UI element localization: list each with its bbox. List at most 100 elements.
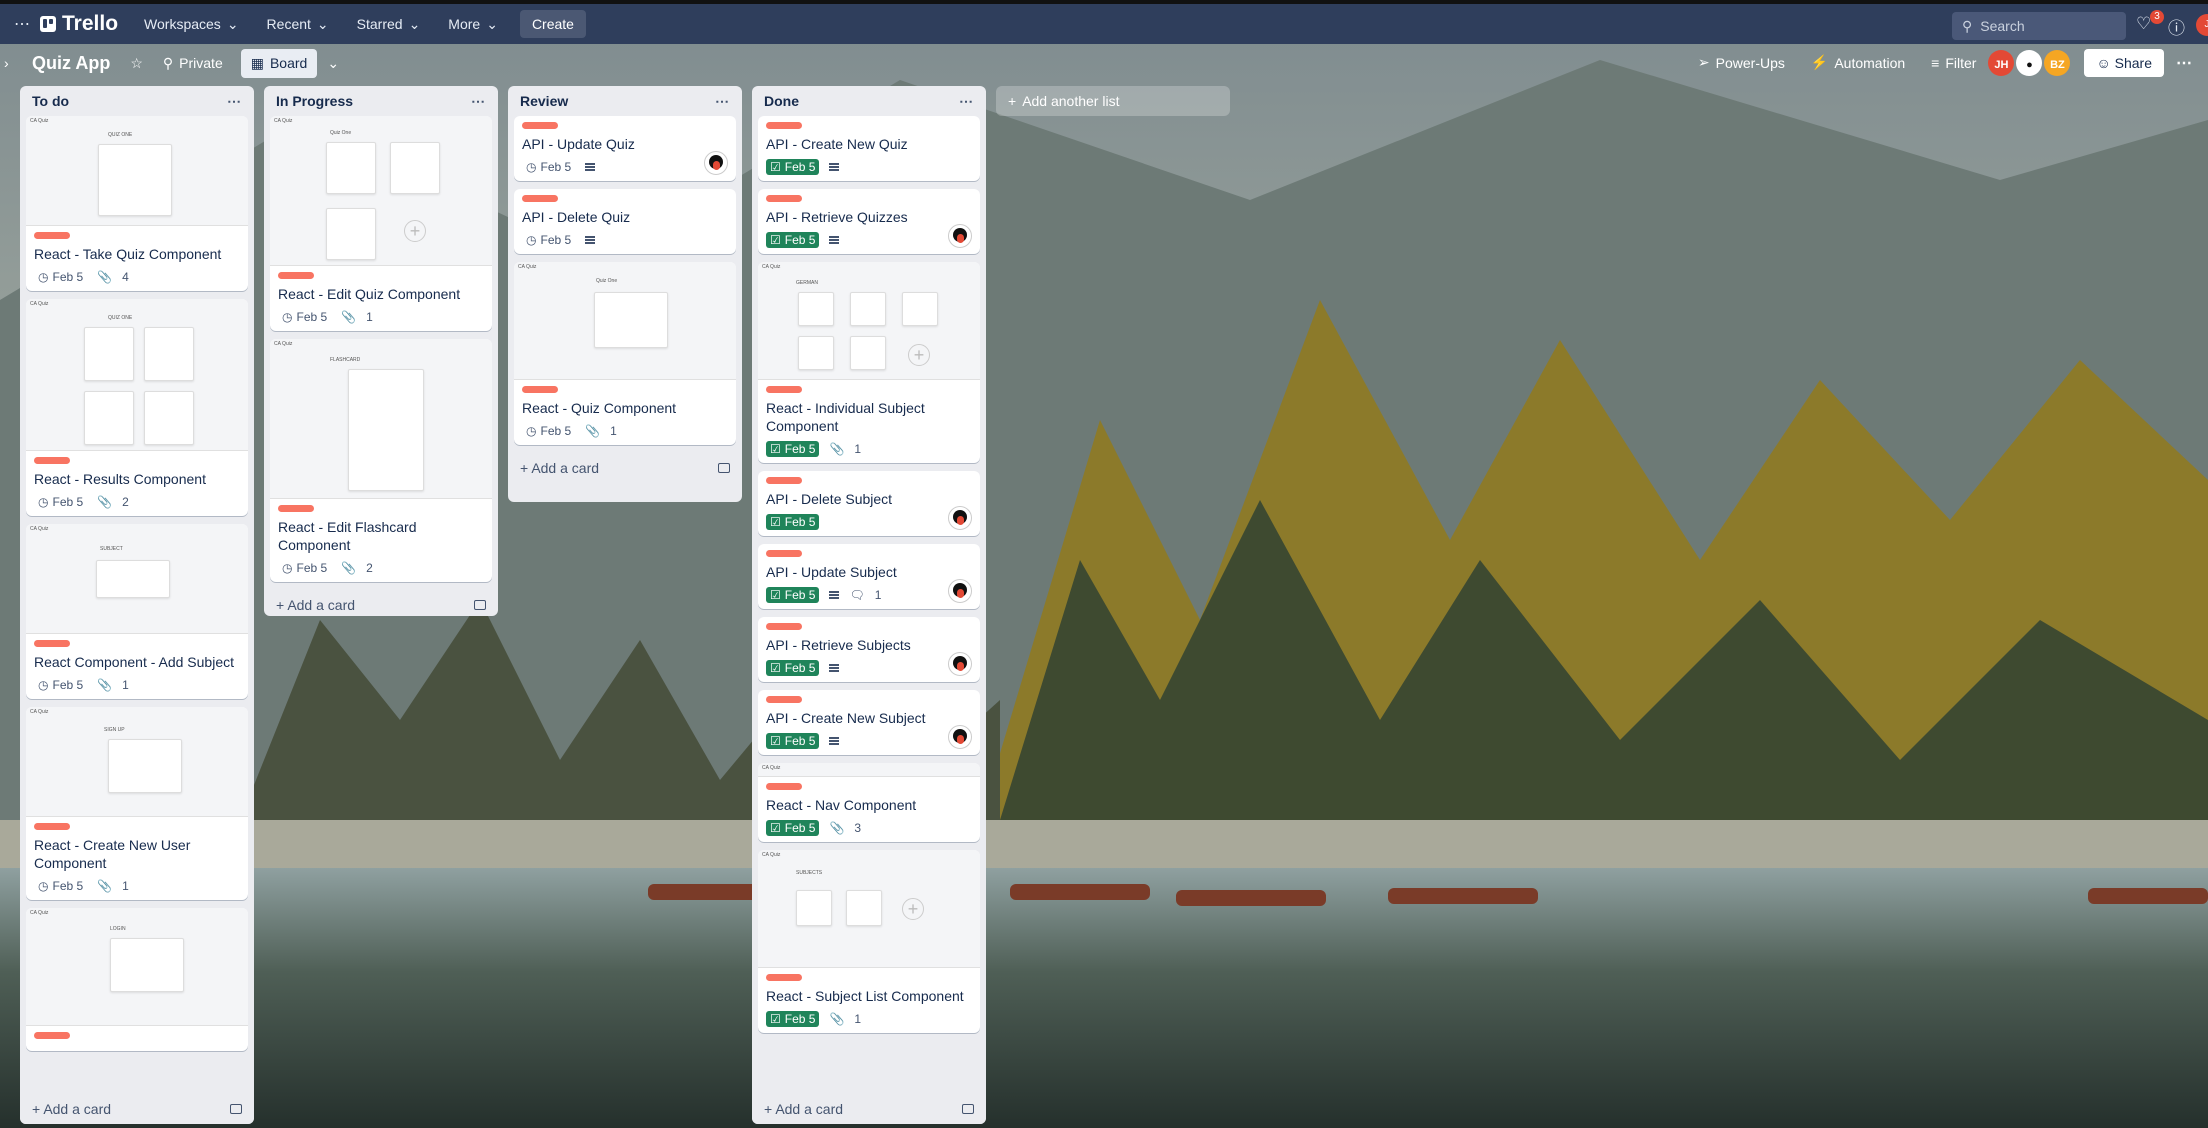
- list-title[interactable]: Review: [520, 93, 568, 109]
- card[interactable]: CA Quiz GERMAN + React - Individual Subj…: [758, 262, 980, 463]
- due-date-badge[interactable]: ◷ Feb 5: [34, 878, 87, 894]
- share-button[interactable]: ☺ Share: [2084, 48, 2164, 77]
- due-date-badge[interactable]: ☑ Feb 5: [766, 820, 820, 836]
- filter-button[interactable]: ≡ Filter: [1921, 49, 1986, 77]
- red-label[interactable]: [522, 195, 558, 202]
- due-date-badge[interactable]: ◷ Feb 5: [522, 159, 575, 175]
- card[interactable]: API - Retrieve Quizzes ☑ Feb 5: [758, 189, 980, 254]
- add-card-button[interactable]: + Add a card: [20, 1094, 254, 1124]
- due-date-badge[interactable]: ☑ Feb 5: [766, 733, 820, 749]
- due-date-badge[interactable]: ◷ Feb 5: [522, 423, 575, 439]
- due-date-badge[interactable]: ◷ Feb 5: [34, 269, 87, 285]
- views-dropdown-button[interactable]: ⌄: [317, 49, 349, 78]
- red-label[interactable]: [766, 783, 802, 790]
- add-card-button[interactable]: + Add a card: [264, 590, 498, 616]
- add-list-button[interactable]: + Add another list: [996, 86, 1230, 116]
- red-label[interactable]: [766, 477, 802, 484]
- red-label[interactable]: [34, 1032, 70, 1039]
- card-template-icon[interactable]: [230, 1104, 242, 1114]
- card[interactable]: CA Quiz QUIZ ONE React - Take Quiz Compo…: [26, 116, 248, 291]
- starred-menu[interactable]: Starred ⌄: [343, 16, 435, 33]
- more-menu[interactable]: More ⌄: [434, 16, 512, 33]
- red-label[interactable]: [766, 386, 802, 393]
- red-label[interactable]: [34, 640, 70, 647]
- board-title[interactable]: Quiz App: [0, 53, 120, 74]
- star-board-button[interactable]: ☆: [120, 49, 153, 78]
- card[interactable]: API - Update Subject ☑ Feb 5 🗨 1: [758, 544, 980, 609]
- notifications-bell-icon[interactable]: ♡: [2136, 14, 2151, 34]
- workspaces-menu[interactable]: Workspaces ⌄: [130, 16, 253, 33]
- red-label[interactable]: [34, 232, 70, 239]
- card-template-icon[interactable]: [474, 600, 486, 610]
- card[interactable]: API - Create New Subject ☑ Feb 5: [758, 690, 980, 755]
- search-input[interactable]: ⚲ Search: [1952, 12, 2126, 40]
- automation-button[interactable]: ⚡ Automation: [1801, 48, 1915, 77]
- due-date-badge[interactable]: ☑ Feb 5: [766, 587, 820, 603]
- due-date-badge[interactable]: ◷ Feb 5: [34, 494, 87, 510]
- card[interactable]: API - Update Quiz ◷ Feb 5: [514, 116, 736, 181]
- card[interactable]: CA Quiz React - Nav Component ☑ Feb 5 📎 3: [758, 763, 980, 842]
- card-template-icon[interactable]: [962, 1104, 974, 1114]
- card[interactable]: API - Delete Subject ☑ Feb 5: [758, 471, 980, 536]
- card[interactable]: CA Quiz SUBJECTS + React - Subject List …: [758, 850, 980, 1033]
- list-menu-icon[interactable]: ⋯: [471, 93, 486, 110]
- card[interactable]: CA Quiz LOGIN: [26, 908, 248, 1051]
- card[interactable]: CA Quiz FLASHCARD React - Edit Flashcard…: [270, 339, 492, 582]
- card[interactable]: CA Quiz SIGN UP React - Create New User …: [26, 707, 248, 900]
- due-date-badge[interactable]: ☑ Feb 5: [766, 232, 820, 248]
- list-menu-icon[interactable]: ⋯: [715, 93, 730, 110]
- card-member-avatar[interactable]: [948, 579, 972, 603]
- red-label[interactable]: [766, 195, 802, 202]
- due-date-badge[interactable]: ◷ Feb 5: [522, 232, 575, 248]
- due-date-badge[interactable]: ◷ Feb 5: [34, 677, 87, 693]
- card[interactable]: CA Quiz Quiz One React - Quiz Component …: [514, 262, 736, 445]
- red-label[interactable]: [766, 974, 802, 981]
- due-date-badge[interactable]: ☑ Feb 5: [766, 514, 820, 530]
- red-label[interactable]: [766, 122, 802, 129]
- card[interactable]: CA Quiz QUIZ ONE React - Results Compone…: [26, 299, 248, 516]
- card-member-avatar[interactable]: [948, 224, 972, 248]
- sidebar-toggle-icon[interactable]: ›: [4, 55, 9, 71]
- red-label[interactable]: [34, 823, 70, 830]
- list-title[interactable]: Done: [764, 93, 799, 109]
- app-switcher-icon[interactable]: ⋯: [8, 14, 36, 34]
- add-card-button[interactable]: + Add a card: [752, 1094, 986, 1124]
- card-member-avatar[interactable]: [948, 506, 972, 530]
- trello-logo[interactable]: Trello: [36, 12, 130, 36]
- due-date-badge[interactable]: ◷ Feb 5: [278, 309, 331, 325]
- card-template-icon[interactable]: [718, 463, 730, 473]
- help-icon[interactable]: ⓘ: [2168, 14, 2185, 39]
- red-label[interactable]: [522, 122, 558, 129]
- list-menu-icon[interactable]: ⋯: [959, 93, 974, 110]
- list-title[interactable]: In Progress: [276, 93, 353, 109]
- card[interactable]: API - Create New Quiz ☑ Feb 5: [758, 116, 980, 181]
- due-date-badge[interactable]: ☑ Feb 5: [766, 441, 820, 457]
- due-date-badge[interactable]: ◷ Feb 5: [278, 560, 331, 576]
- member-avatar[interactable]: JH: [1988, 49, 2015, 76]
- add-card-button[interactable]: + Add a card: [508, 453, 742, 483]
- visibility-button[interactable]: ⚲ Private: [153, 49, 233, 78]
- due-date-badge[interactable]: ☑ Feb 5: [766, 1011, 820, 1027]
- red-label[interactable]: [278, 505, 314, 512]
- card[interactable]: API - Retrieve Subjects ☑ Feb 5: [758, 617, 980, 682]
- list-menu-icon[interactable]: ⋯: [227, 93, 242, 110]
- board-view-button[interactable]: ▦ Board: [240, 48, 318, 78]
- due-date-badge[interactable]: ☑ Feb 5: [766, 660, 820, 676]
- red-label[interactable]: [766, 623, 802, 630]
- card-member-avatar[interactable]: [948, 725, 972, 749]
- member-avatar[interactable]: ●: [2016, 49, 2043, 76]
- card[interactable]: API - Delete Quiz ◷ Feb 5: [514, 189, 736, 254]
- card-member-avatar[interactable]: [704, 151, 728, 175]
- board-menu-icon[interactable]: ⋯: [2176, 53, 2192, 73]
- red-label[interactable]: [34, 457, 70, 464]
- recent-menu[interactable]: Recent ⌄: [253, 16, 343, 33]
- member-avatar[interactable]: BZ: [2044, 49, 2071, 76]
- list-title[interactable]: To do: [32, 93, 69, 109]
- card[interactable]: CA Quiz Quiz One + React - Edit Quiz Com…: [270, 116, 492, 331]
- red-label[interactable]: [766, 550, 802, 557]
- red-label[interactable]: [278, 272, 314, 279]
- create-button[interactable]: Create: [519, 10, 586, 38]
- red-label[interactable]: [522, 386, 558, 393]
- power-ups-button[interactable]: ➢ Power-Ups: [1688, 48, 1795, 77]
- card[interactable]: CA Quiz SUBJECT React Component - Add Su…: [26, 524, 248, 699]
